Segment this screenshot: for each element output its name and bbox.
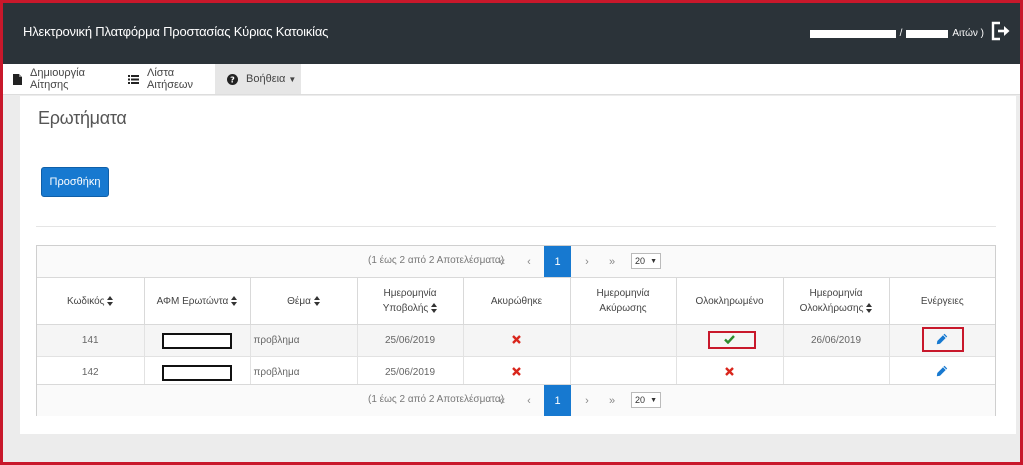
pager-prev[interactable]: ‹	[519, 385, 539, 416]
top-bar: Ηλεκτρονική Πλατφόρμα Προστασίας Κύριας …	[3, 3, 1020, 64]
data-grid: Κωδικός ΑΦΜ Ερωτώντα Θέμα Ημερομηνία Υποβ…	[37, 278, 995, 389]
logout-icon[interactable]	[990, 20, 1012, 42]
pencil-icon[interactable]	[936, 333, 948, 345]
svg-text:?: ?	[230, 75, 235, 84]
divider	[36, 226, 996, 227]
col-submission-date-line2: Υποβολής	[382, 303, 429, 314]
col-actions-label: Ενέργειες	[920, 295, 964, 307]
col-completed: Ολοκληρωμένο	[676, 278, 784, 325]
cell-completed	[676, 324, 784, 357]
sort-icon	[231, 295, 238, 306]
col-subject-label: Θέμα	[287, 295, 311, 307]
questions-table: (1 έως 2 από 2 Αποτελέσματα) « ‹ 1 › » 2…	[36, 245, 996, 416]
paginator-top: (1 έως 2 από 2 Αποτελέσματα) « ‹ 1 › » 2…	[37, 246, 995, 278]
col-cancelled: Ακυρώθηκε	[463, 278, 571, 325]
redacted-afm	[162, 364, 232, 381]
col-cancel-date-line2: Ακύρωσης	[599, 303, 647, 314]
sort-icon	[866, 303, 873, 314]
cell-actions	[889, 324, 995, 357]
cross-icon	[512, 366, 521, 376]
chevron-down-icon: ▼	[650, 257, 657, 265]
cell-code: 141	[37, 324, 145, 357]
cell-submission-date: 25/06/2019	[357, 324, 464, 357]
pager-page-1[interactable]: 1	[544, 246, 571, 277]
rows-per-page-select[interactable]: 20 ▼	[631, 253, 661, 269]
pager-next[interactable]: ›	[577, 385, 597, 416]
col-subject[interactable]: Θέμα	[250, 278, 358, 325]
col-code-label: Κωδικός	[67, 295, 105, 307]
rows-per-page-value: 20	[635, 395, 646, 405]
col-afm[interactable]: ΑΦΜ Ερωτώντα	[144, 278, 251, 325]
pager-prev[interactable]: ‹	[519, 246, 539, 277]
paginator-bottom: (1 έως 2 από 2 Αποτελέσματα) « ‹ 1 › » 2…	[37, 384, 995, 416]
pager-first[interactable]: «	[492, 246, 512, 277]
tab-applications-list[interactable]: Λίστα Αιτήσεων	[128, 64, 218, 94]
main-nav: Δημιουργία Αίτησης Λίστα Αιτήσεων ? Βοήθ…	[3, 64, 1020, 95]
cell-cancelled	[463, 324, 571, 357]
redacted-user-id	[906, 29, 949, 38]
pager-last[interactable]: »	[602, 385, 622, 416]
sort-icon	[431, 303, 438, 314]
rows-per-page-value: 20	[635, 256, 646, 266]
col-cancelled-label: Ακυρώθηκε	[490, 295, 543, 307]
col-completion-date-line1: Ημερομηνία	[809, 288, 863, 299]
cell-afm	[144, 324, 251, 357]
app-title: Ηλεκτρονική Πλατφόρμα Προστασίας Κύριας …	[23, 24, 329, 39]
user-role: Αιτών )	[952, 28, 984, 39]
cell-cancel-date	[570, 324, 677, 357]
col-cancel-date-line1: Ημερομηνία	[596, 288, 650, 299]
cell-completion-date: 26/06/2019	[783, 324, 890, 357]
rows-per-page-select[interactable]: 20 ▼	[631, 392, 661, 408]
table-row[interactable]: 141 προβλημα 25/06/2019 26/06/2019	[37, 324, 995, 357]
page-title: Ερωτήματα	[38, 108, 127, 128]
tab-help[interactable]: ? Βοήθεια ▼	[215, 64, 301, 94]
cell-subject: προβλημα	[250, 324, 358, 357]
tab-create-application-label: Δημιουργία Αίτησης	[30, 67, 85, 91]
tab-help-label: Βοήθεια	[246, 73, 286, 85]
list-icon	[128, 74, 139, 84]
tab-applications-list-label: Λίστα Αιτήσεων	[147, 67, 194, 91]
col-code[interactable]: Κωδικός	[37, 278, 145, 325]
cross-icon	[512, 334, 521, 344]
sort-icon	[107, 295, 114, 306]
content-panel: Ερωτήματα Προσθήκη (1 έως 2 από 2 Αποτελ…	[20, 96, 1016, 434]
col-completed-label: Ολοκληρωμένο	[695, 295, 764, 307]
user-separator: /	[899, 28, 903, 39]
col-completion-date[interactable]: Ημερομηνία Ολοκλήρωσης	[783, 278, 890, 325]
user-info: / Αιτών )	[809, 28, 984, 39]
pager-page-1[interactable]: 1	[544, 385, 571, 416]
pager-last[interactable]: »	[602, 246, 622, 277]
redacted-user-name	[809, 29, 896, 38]
pager-info: (1 έως 2 από 2 Αποτελέσματα)	[368, 255, 505, 266]
col-actions: Ενέργειες	[889, 278, 995, 325]
redacted-afm	[162, 332, 232, 349]
check-icon	[724, 334, 735, 344]
file-icon	[13, 73, 22, 85]
col-completion-date-line2: Ολοκλήρωσης	[799, 303, 864, 314]
col-submission-date-line1: Ημερομηνία	[383, 288, 437, 299]
cross-icon	[725, 366, 734, 376]
caret-down-icon: ▼	[288, 74, 297, 84]
add-button[interactable]: Προσθήκη	[41, 167, 109, 197]
pencil-icon[interactable]	[936, 365, 948, 377]
pager-info: (1 έως 2 από 2 Αποτελέσματα)	[368, 394, 505, 405]
col-cancel-date: Ημερομηνία Ακύρωσης	[570, 278, 677, 325]
pager-first[interactable]: «	[492, 385, 512, 416]
chevron-down-icon: ▼	[650, 396, 657, 404]
question-circle-icon: ?	[227, 73, 238, 85]
pager-next[interactable]: ›	[577, 246, 597, 277]
col-afm-label: ΑΦΜ Ερωτώντα	[156, 295, 229, 307]
tab-create-application[interactable]: Δημιουργία Αίτησης	[13, 64, 123, 94]
sort-icon	[313, 295, 320, 306]
col-submission-date[interactable]: Ημερομηνία Υποβολής	[357, 278, 464, 325]
